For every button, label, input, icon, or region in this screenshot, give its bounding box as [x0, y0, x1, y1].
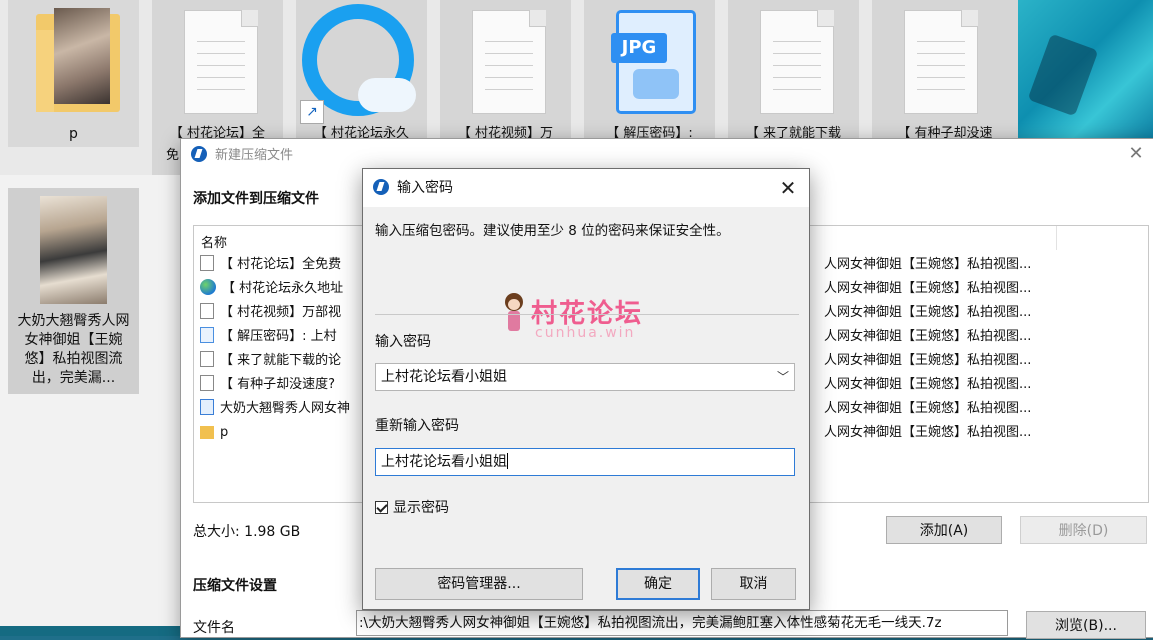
text-file-icon — [200, 303, 214, 319]
divider — [375, 314, 799, 315]
filename-input[interactable]: :\大奶大翘臀秀人网女神御姐【王婉悠】私拍视图流出，完美漏鲍肛塞入体性感菊花无毛… — [356, 610, 1008, 636]
shortcut-arrow-icon: ↗ — [300, 100, 324, 124]
list-item[interactable]: 【 村花论坛永久地址 — [200, 277, 343, 301]
jpg-preview-shape — [633, 69, 679, 99]
folder-preview-image — [54, 8, 110, 104]
image-file-icon — [200, 327, 214, 343]
list-item-name: 【 有种子却没速度? — [220, 377, 336, 392]
window-title: 新建压缩文件 — [191, 144, 293, 168]
list-item[interactable]: 【 村花论坛】全免费 — [200, 253, 341, 277]
window-title-text: 新建压缩文件 — [215, 148, 294, 163]
list-item-description: 人网女神御姐【王婉悠】私拍视图... — [824, 281, 1032, 296]
show-password-option[interactable]: 显示密码 — [375, 499, 449, 517]
jpg-badge: JPG — [611, 33, 667, 63]
show-password-checkbox[interactable] — [375, 501, 388, 514]
globe-icon — [200, 279, 216, 295]
text-file-icon — [200, 375, 214, 391]
column-divider — [1056, 226, 1057, 250]
desktop-photo-label: 大奶大翘臀秀人网女神御姐【王婉悠】私拍视图流出，完美漏... — [17, 313, 130, 386]
close-icon[interactable]: ✕ — [775, 175, 801, 201]
confirm-password-value: 上村花论坛看小姐姐 — [381, 454, 507, 470]
list-item[interactable]: 【 村花视频】万部视 — [200, 301, 341, 325]
password-dialog: 输入密码 ✕ 输入压缩包密码。建议使用至少 8 位的密码来保证安全性。 村花论坛… — [362, 168, 810, 610]
list-item-description: 人网女神御姐【王婉悠】私拍视图... — [824, 305, 1032, 320]
text-file-icon — [760, 10, 834, 114]
folder-icon — [200, 426, 214, 439]
folder-flap — [36, 30, 54, 112]
list-item-description: 人网女神御姐【王婉悠】私拍视图... — [824, 377, 1032, 392]
section-archive-settings: 压缩文件设置 — [193, 578, 277, 594]
list-item-description: 人网女神御姐【王婉悠】私拍视图... — [824, 257, 1032, 272]
list-item-name: 大奶大翘臀秀人网女神 — [220, 401, 351, 416]
chevron-down-icon[interactable]: ﹀ — [777, 364, 789, 390]
list-item-name: p — [220, 425, 229, 440]
watermark-logo: 村花论坛 cunhua.win — [501, 293, 661, 345]
text-file-icon — [904, 10, 978, 114]
desktop-photo-file[interactable]: 大奶大翘臀秀人网女神御姐【王婉悠】私拍视图流出，完美漏... — [8, 188, 139, 394]
list-item-description: 人网女神御姐【王婉悠】私拍视图... — [824, 353, 1032, 368]
app-logo-icon — [191, 146, 207, 162]
text-caret — [507, 453, 508, 469]
list-item[interactable]: 【 有种子却没速度? — [200, 373, 335, 397]
add-button[interactable]: 添加(A) — [886, 516, 1002, 544]
list-item-name: 【 来了就能下载的论 — [220, 353, 342, 368]
list-item-name: 【 村花论坛永久地址 — [222, 281, 344, 296]
text-file-icon — [200, 255, 214, 271]
list-item[interactable]: 大奶大翘臀秀人网女神 — [200, 397, 350, 421]
delete-button[interactable]: 删除(D) — [1020, 516, 1147, 544]
cancel-button[interactable]: 取消 — [711, 568, 796, 600]
list-item[interactable]: 【 来了就能下载的论 — [200, 349, 341, 373]
text-file-icon — [200, 351, 214, 367]
list-item-name: 【 解压密码】: 上村 — [220, 329, 337, 344]
list-item-description: 人网女神御姐【王婉悠】私拍视图... — [824, 425, 1032, 440]
password-combobox[interactable]: 上村花论坛看小姐姐 ﹀ — [375, 363, 795, 391]
app-logo-icon — [373, 179, 389, 195]
show-password-label: 显示密码 — [393, 500, 449, 516]
filename-label: 文件名 — [193, 620, 235, 636]
dialog-titlebar: 输入密码 ✕ — [363, 169, 809, 207]
archive-file-icon — [200, 399, 214, 415]
dialog-title-text: 输入密码 — [397, 180, 453, 196]
section-add-files: 添加文件到压缩文件 — [193, 191, 319, 207]
list-item-name: 【 村花视频】万部视 — [220, 305, 342, 320]
password-label: 输入密码 — [375, 334, 431, 350]
browser-cloud-icon — [358, 78, 416, 112]
total-size: 总大小: 1.98 GB — [193, 524, 301, 540]
close-icon[interactable]: ✕ — [1124, 142, 1148, 166]
list-item[interactable]: 【 解压密码】: 上村 — [200, 325, 337, 349]
dialog-title: 输入密码 — [373, 177, 453, 199]
confirm-password-input[interactable]: 上村花论坛看小姐姐 — [375, 448, 795, 476]
watermark-subtext: cunhua.win — [535, 325, 636, 341]
desktop-folder-label: p — [69, 126, 78, 142]
taskbar-edge — [0, 626, 180, 636]
jpg-file-icon: JPG — [611, 10, 696, 114]
desktop-folder-p[interactable]: p — [8, 0, 139, 147]
list-item[interactable]: p — [200, 421, 228, 445]
photo-thumbnail — [40, 196, 107, 304]
watermark-girl-face — [508, 299, 520, 310]
column-header-name[interactable]: 名称 — [201, 232, 227, 251]
text-file-icon — [184, 10, 258, 114]
browse-button[interactable]: 浏览(B)... — [1026, 611, 1146, 639]
desktop-wallpaper — [1018, 0, 1153, 140]
list-item-description: 人网女神御姐【王婉悠】私拍视图... — [824, 329, 1032, 344]
list-item-name: 【 村花论坛】全免费 — [220, 257, 342, 272]
ok-button[interactable]: 确定 — [616, 568, 700, 600]
password-description: 输入压缩包密码。建议使用至少 8 位的密码来保证安全性。 — [375, 223, 730, 239]
password-value: 上村花论坛看小姐姐 — [381, 369, 507, 385]
list-item-description: 人网女神御姐【王婉悠】私拍视图... — [824, 401, 1032, 416]
password-manager-button[interactable]: 密码管理器... — [375, 568, 583, 600]
desktop-file-label-fragment: 免 — [166, 148, 180, 163]
watermark-girl-icon — [501, 293, 527, 337]
confirm-password-label: 重新输入密码 — [375, 418, 459, 434]
text-file-icon — [472, 10, 546, 114]
